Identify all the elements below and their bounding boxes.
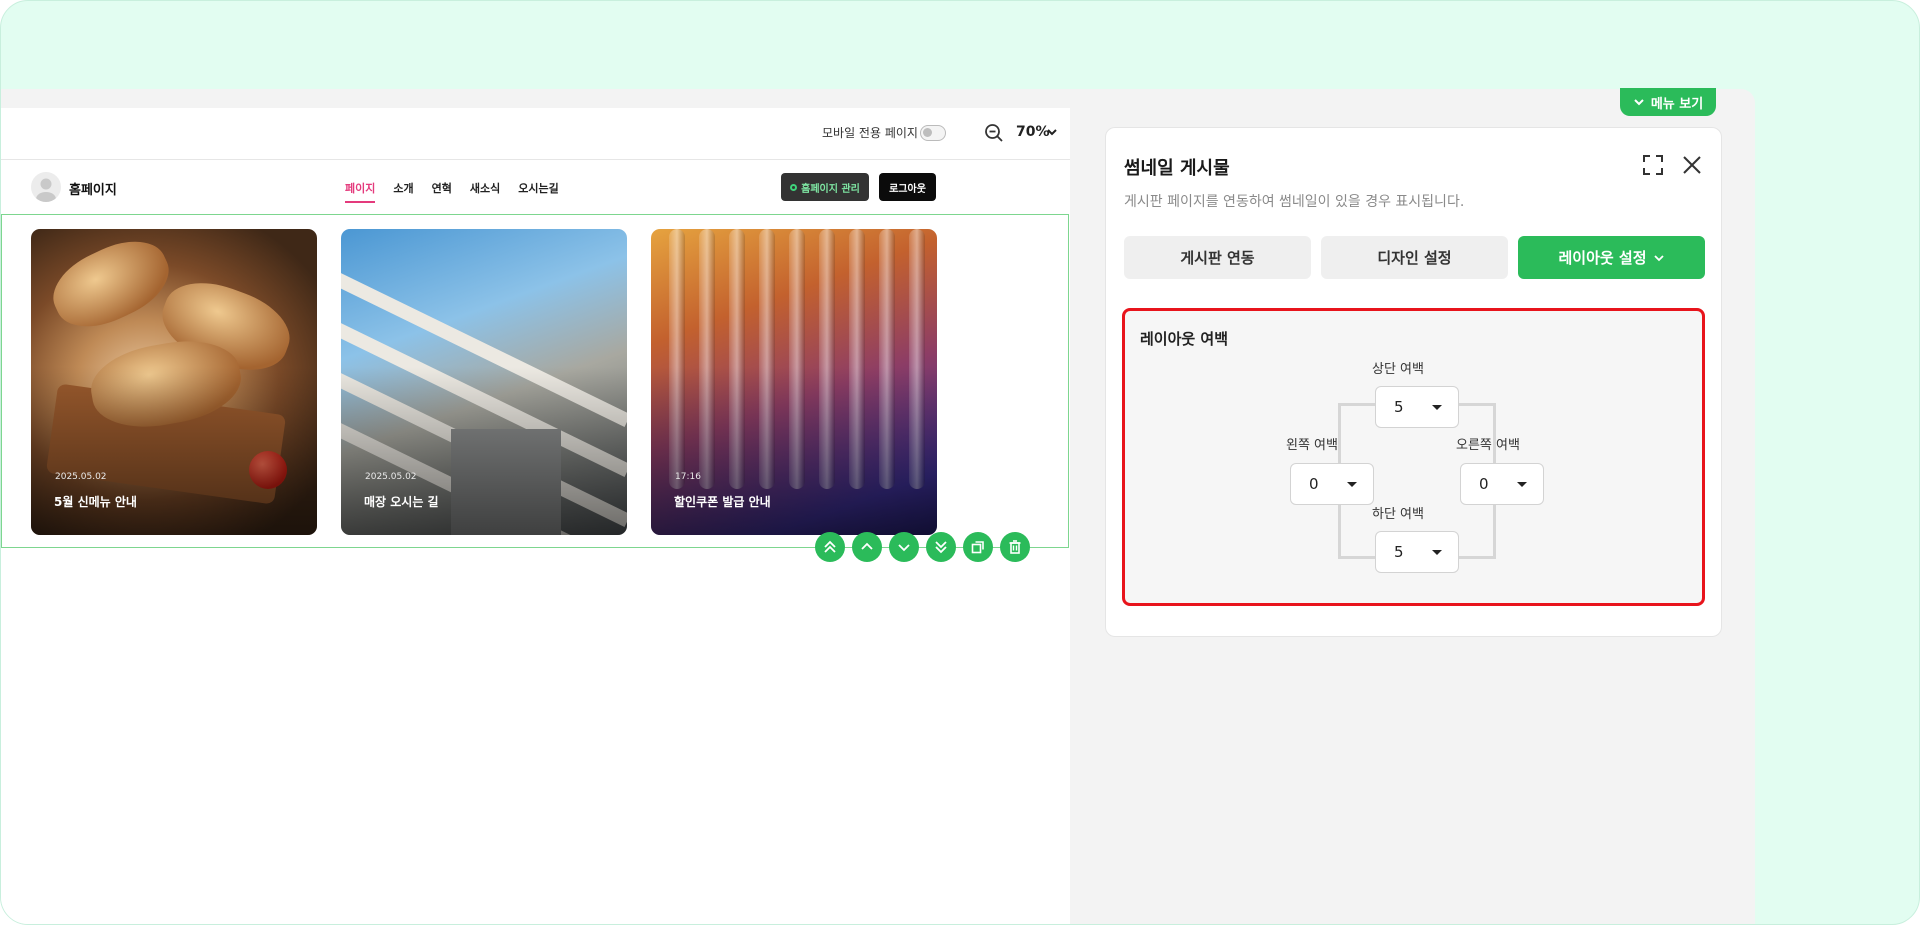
bottom-margin-value: 5: [1394, 543, 1404, 561]
section-toolbar: [815, 532, 1030, 562]
zoom-out-icon[interactable]: [984, 123, 1004, 143]
site-nav-item-location[interactable]: 오시는길: [518, 180, 558, 203]
card-shade: [341, 229, 627, 535]
copy-button[interactable]: [963, 532, 993, 562]
site-nav-item-history[interactable]: 연혁: [432, 180, 452, 203]
caret-down-icon: [1432, 405, 1442, 410]
mobile-only-toggle[interactable]: [920, 125, 946, 141]
right-margin-select[interactable]: 0: [1460, 463, 1544, 505]
expand-icon[interactable]: [1642, 154, 1664, 176]
tab-layout-settings-label: 레이아웃 설정: [1558, 249, 1647, 267]
card-title: 매장 오시는 길: [364, 495, 439, 509]
site-name: 홈페이지: [69, 183, 117, 198]
top-margin-value: 5: [1394, 398, 1404, 416]
menu-view-label: 메뉴 보기: [1650, 96, 1704, 112]
move-down-button[interactable]: [889, 532, 919, 562]
card-title: 5월 신메뉴 안내: [54, 495, 137, 509]
move-down-icon: [898, 544, 910, 552]
homepage-manage-label: 홈페이지 관리: [801, 183, 860, 195]
panel-tabs: 게시판 연동 디자인 설정 레이아웃 설정: [1124, 236, 1705, 279]
copy-icon: [971, 541, 984, 554]
top-margin-label: 상단 여백: [1372, 362, 1424, 377]
site-nav: 페이지 소개 연혁 새소식 오시는길: [345, 180, 559, 203]
left-margin-select[interactable]: 0: [1290, 463, 1374, 505]
thumbnail-card[interactable]: 17:16 할인쿠폰 발급 안내: [651, 229, 937, 535]
editor-canvas: 모바일 전용 페이지 70% 홈페이지 페이지 소개 연혁 새소식 오시는길 홈…: [1, 108, 1070, 924]
delete-button[interactable]: [1000, 532, 1030, 562]
move-top-button[interactable]: [815, 532, 845, 562]
right-margin-value: 0: [1479, 475, 1489, 493]
avatar: [31, 172, 61, 202]
card-date: 2025.05.02: [55, 472, 107, 482]
settings-icon: [790, 183, 798, 191]
mobile-only-label: 모바일 전용 페이지: [822, 126, 918, 140]
menu-view-button[interactable]: 메뉴 보기: [1620, 88, 1716, 116]
settings-panel: 썸네일 게시물 게시판 페이지를 연동하여 썸네일이 있을 경우 표시됩니다. …: [1105, 127, 1722, 637]
caret-down-icon: [1517, 482, 1527, 487]
chevron-down-icon[interactable]: [1046, 126, 1058, 138]
homepage-manage-button[interactable]: 홈페이지 관리: [781, 173, 869, 201]
left-margin-value: 0: [1309, 475, 1319, 493]
left-margin-label: 왼쪽 여백: [1286, 438, 1338, 453]
bottom-margin-label: 하단 여백: [1372, 507, 1424, 522]
chevron-down-icon: [1634, 99, 1644, 106]
site-nav-item-page[interactable]: 페이지: [345, 180, 376, 203]
thumbnail-card[interactable]: 2025.05.02 매장 오시는 길: [341, 229, 627, 535]
card-shade: [651, 229, 937, 535]
caret-down-icon: [1347, 482, 1357, 487]
move-bottom-button[interactable]: [926, 532, 956, 562]
app-frame: 모바일 전용 페이지 70% 홈페이지 페이지 소개 연혁 새소식 오시는길 홈…: [0, 0, 1920, 925]
move-top-icon: [824, 540, 836, 553]
tab-layout-settings[interactable]: 레이아웃 설정: [1518, 236, 1705, 279]
top-margin-select[interactable]: 5: [1375, 386, 1459, 428]
user-icon: [36, 178, 56, 202]
site-nav-item-about[interactable]: 소개: [393, 180, 413, 203]
layout-margin-box: 레이아웃 여백 상단 여백 5 왼쪽 여백 0 오른쪽 여백 0 하단 여백 5: [1122, 308, 1705, 606]
caret-down-icon: [1432, 550, 1442, 555]
bottom-margin-select[interactable]: 5: [1375, 531, 1459, 573]
site-nav-item-news[interactable]: 새소식: [470, 180, 500, 203]
site-header: 홈페이지 페이지 소개 연혁 새소식 오시는길 홈페이지 관리 로그아웃: [1, 161, 1070, 216]
zoom-value[interactable]: 70%: [1016, 124, 1050, 140]
move-up-icon: [861, 542, 873, 550]
canvas-topbar: 모바일 전용 페이지 70%: [1, 108, 1070, 160]
tab-design-settings[interactable]: 디자인 설정: [1321, 236, 1508, 279]
toggle-knob: [923, 128, 932, 137]
delete-icon: [1009, 540, 1021, 554]
card-shade: [31, 229, 317, 535]
move-up-button[interactable]: [852, 532, 882, 562]
move-bottom-icon: [935, 541, 947, 554]
layout-margin-heading: 레이아웃 여백: [1140, 330, 1229, 348]
right-margin-label: 오른쪽 여백: [1456, 438, 1520, 453]
card-title: 할인쿠폰 발급 안내: [674, 495, 771, 509]
panel-description: 게시판 페이지를 연동하여 썸네일이 있을 경우 표시됩니다.: [1124, 194, 1465, 210]
thumbnail-section[interactable]: 2025.05.02 5월 신메뉴 안내 2025.05.02 매장 오시는 길: [1, 214, 1069, 548]
thumbnail-card[interactable]: 2025.05.02 5월 신메뉴 안내: [31, 229, 317, 535]
card-date: 2025.05.02: [365, 472, 417, 482]
logout-button[interactable]: 로그아웃: [879, 173, 936, 201]
card-date: 17:16: [675, 472, 701, 482]
panel-title: 썸네일 게시물: [1124, 158, 1230, 179]
tab-board-link[interactable]: 게시판 연동: [1124, 236, 1311, 279]
chevron-down-icon: [1653, 254, 1664, 261]
close-icon[interactable]: [1681, 154, 1703, 176]
